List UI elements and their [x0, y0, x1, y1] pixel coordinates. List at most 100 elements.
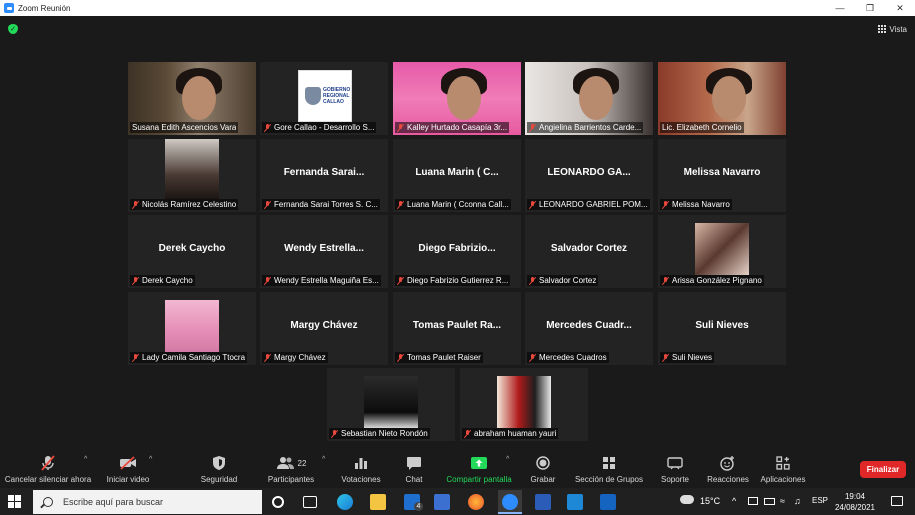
windows-start-icon[interactable]: [8, 495, 21, 508]
participant-name: Kalley Hurtado Casapía 3r...: [407, 123, 508, 132]
cortana-icon[interactable]: [272, 496, 284, 508]
participant-tile[interactable]: Kalley Hurtado Casapía 3r...: [393, 62, 521, 135]
tray-chevron-icon[interactable]: ^: [732, 496, 736, 506]
audio-options-caret[interactable]: ^: [84, 456, 87, 463]
support-button[interactable]: Soporte: [658, 454, 692, 484]
participant-display-name: Tomas Paulet Ra...: [412, 320, 502, 331]
participant-tile[interactable]: Angielina Barrientos Carde...: [525, 62, 653, 135]
security-button[interactable]: Seguridad: [196, 454, 242, 484]
share-screen-button[interactable]: Compartir pantalla: [444, 454, 514, 484]
participant-tile[interactable]: Diego Fabrizio... Diego Fabrizio Gutierre…: [393, 215, 521, 288]
firefox-icon[interactable]: [468, 494, 484, 510]
app-icon-blue[interactable]: [567, 494, 583, 510]
store-icon[interactable]: [434, 494, 450, 510]
encryption-shield-icon[interactable]: ✓: [8, 24, 18, 34]
mic-muted-icon: [397, 353, 404, 362]
participant-name: Suli Nieves: [672, 353, 713, 362]
participant-name-label: Tomas Paulet Raiser: [395, 352, 483, 363]
battery-icon[interactable]: [764, 498, 775, 505]
edge-browser-icon[interactable]: [337, 494, 353, 510]
reactions-icon: [720, 454, 736, 472]
mic-muted-icon: [264, 123, 271, 132]
participant-tile[interactable]: Arissa González Pignano: [658, 215, 786, 288]
share-screen-icon: [470, 454, 488, 472]
zoom-taskbar-icon: [502, 494, 518, 510]
mic-muted-icon: [397, 276, 404, 285]
volume-icon[interactable]: ♫: [794, 496, 801, 506]
title-bar: Zoom Reunión — ❐ ✕: [0, 0, 915, 16]
participant-tile[interactable]: Susana Edith Ascencios Vara: [128, 62, 256, 135]
video-options-caret[interactable]: ^: [149, 456, 152, 463]
taskbar-clock[interactable]: 19:04 24/08/2021: [835, 491, 875, 513]
participant-name: Derek Caycho: [142, 276, 193, 285]
participant-face: [182, 76, 216, 120]
participant-name-label: Derek Caycho: [130, 275, 195, 286]
participant-face: [447, 76, 481, 120]
participant-tile[interactable]: Luana Marin ( C... Luana Marin ( Cconna C…: [393, 139, 521, 212]
polls-button[interactable]: Votaciones: [340, 454, 382, 484]
participant-tile[interactable]: Suli Nieves Suli Nieves: [658, 292, 786, 365]
participant-tile[interactable]: Mercedes Cuadr... Mercedes Cuadros: [525, 292, 653, 365]
start-video-button[interactable]: Iniciar video: [103, 454, 153, 484]
view-label: Vista: [889, 24, 907, 34]
taskbar-search-box[interactable]: Escribe aquí para buscar: [33, 490, 262, 514]
weather-cloud-icon[interactable]: [680, 495, 694, 504]
participants-label: Participantes: [267, 475, 315, 484]
file-explorer-icon[interactable]: [370, 494, 386, 510]
notifications-icon[interactable]: [891, 496, 903, 506]
record-label: Grabar: [530, 475, 556, 484]
participant-face: [712, 76, 746, 120]
reactions-button[interactable]: Reacciones: [706, 454, 750, 484]
unmute-button[interactable]: Cancelar silenciar ahora: [5, 454, 91, 484]
share-options-caret[interactable]: ^: [506, 456, 509, 463]
view-button[interactable]: Vista: [878, 22, 907, 36]
participants-button[interactable]: 22 Participantes: [266, 454, 316, 484]
apps-button[interactable]: Aplicaciones: [760, 454, 806, 484]
participant-tile[interactable]: Fernanda Sarai... Fernanda Sarai Torres S…: [260, 139, 388, 212]
participant-tile[interactable]: Lady Camila Santiago Ttocra: [128, 292, 256, 365]
participant-name-label: Kalley Hurtado Casapía 3r...: [395, 122, 510, 133]
participant-tile[interactable]: Melissa Navarro Melissa Navarro: [658, 139, 786, 212]
mic-muted-icon: [132, 276, 139, 285]
restore-button[interactable]: ❐: [855, 0, 885, 16]
participant-tile[interactable]: Lic. Elizabeth Cornelio: [658, 62, 786, 135]
participant-tile[interactable]: abraham huaman yauri: [460, 368, 588, 441]
participant-tile[interactable]: Margy Chávez Margy Chávez: [260, 292, 388, 365]
participant-name-label: Mercedes Cuadros: [527, 352, 609, 363]
participant-name: Susana Edith Ascencios Vara: [132, 123, 237, 132]
record-button[interactable]: Grabar: [528, 454, 558, 484]
participant-tile[interactable]: Sebastian Nieto Rondón: [327, 368, 455, 441]
participant-display-name: Diego Fabrizio...: [418, 243, 496, 254]
participant-tile[interactable]: Tomas Paulet Ra... Tomas Paulet Raiser: [393, 292, 521, 365]
weather-temp[interactable]: 15°C: [700, 496, 720, 506]
minimize-button[interactable]: —: [825, 0, 855, 16]
participant-tile[interactable]: GOBIERNO REGIONAL CALLAO Gore Callao - Desa…: [260, 62, 388, 135]
participant-tile[interactable]: Derek Caycho Derek Caycho: [128, 215, 256, 288]
participant-name-label: Fernanda Sarai Torres S. C...: [262, 199, 380, 210]
participant-tile[interactable]: Salvador Cortez Salvador Cortez: [525, 215, 653, 288]
participant-tile[interactable]: LEONARDO GA... LEONARDO GABRIEL POM...: [525, 139, 653, 212]
polls-icon: [354, 454, 368, 472]
participant-tile[interactable]: Nicolás Ramírez Celestino: [128, 139, 256, 212]
language-indicator[interactable]: ESP: [812, 496, 828, 505]
participant-profile-photo: [497, 376, 551, 428]
end-meeting-button[interactable]: Finalizar: [860, 461, 906, 478]
participant-name-label: LEONARDO GABRIEL POM...: [527, 199, 650, 210]
media-player-icon[interactable]: [600, 494, 616, 510]
close-button[interactable]: ✕: [885, 0, 915, 16]
task-view-icon[interactable]: [303, 496, 317, 508]
breakout-rooms-button[interactable]: Sección de Grupos: [574, 454, 644, 484]
chat-button[interactable]: Chat: [400, 454, 428, 484]
participant-name: Angielina Barrientos Carde...: [539, 123, 642, 132]
participant-display-name: Margy Chávez: [290, 320, 358, 331]
participants-options-caret[interactable]: ^: [322, 456, 325, 463]
participant-profile-photo: [695, 223, 749, 275]
word-icon[interactable]: [535, 494, 551, 510]
windows-taskbar: Escribe aquí para buscar 4 15°C ^ ≈ ♫ ES…: [0, 488, 915, 515]
onedrive-icon[interactable]: [748, 497, 758, 505]
zoom-app-icon: [4, 3, 14, 13]
participant-display-name: LEONARDO GA...: [547, 167, 631, 178]
participant-tile[interactable]: Wendy Estrella... Wendy Estrella Maguiña …: [260, 215, 388, 288]
security-label: Seguridad: [200, 475, 238, 484]
wifi-icon[interactable]: ≈: [780, 496, 785, 506]
